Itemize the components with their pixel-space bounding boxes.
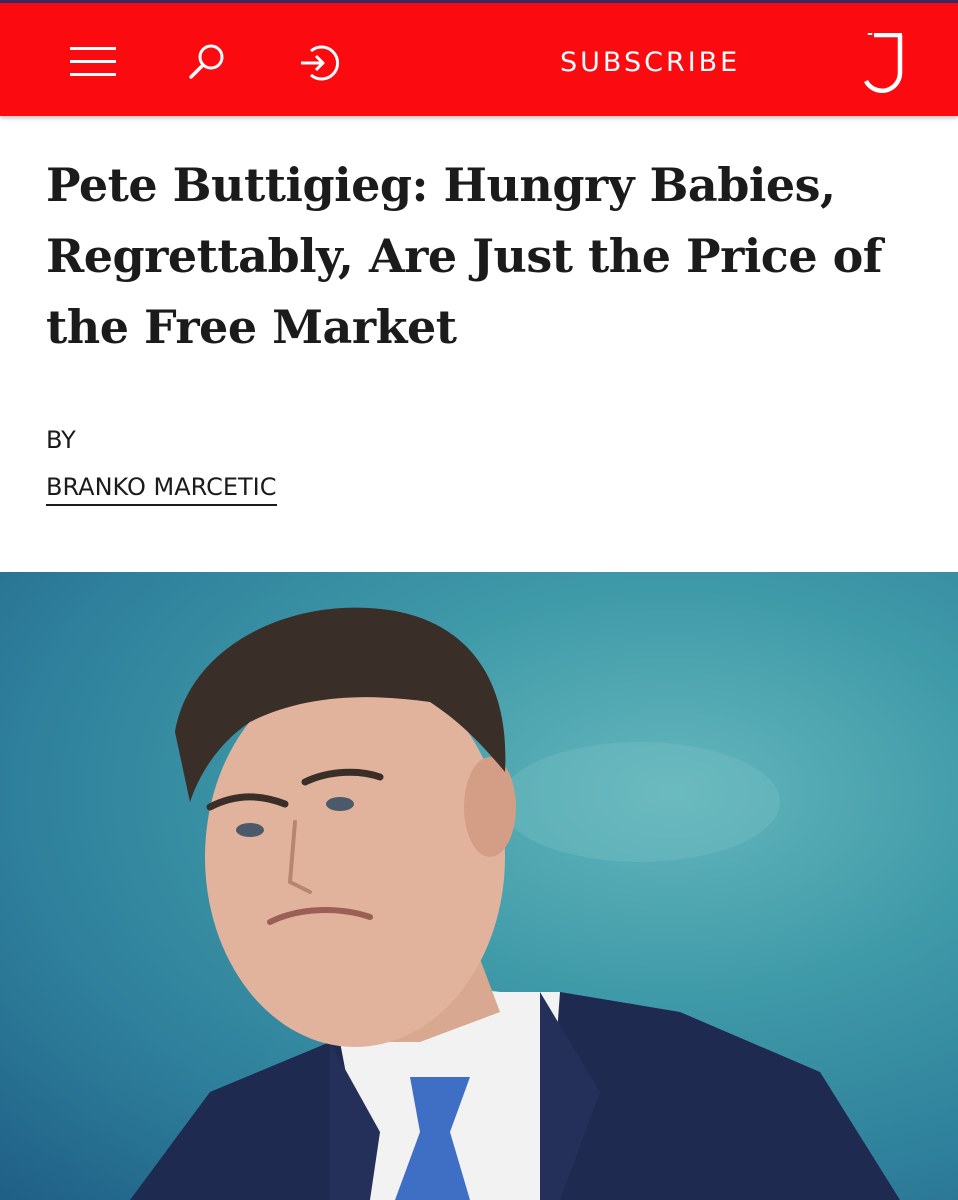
hamburger-menu-icon[interactable] [68,45,118,79]
subscribe-link[interactable]: SUBSCRIBE [560,43,760,83]
search-icon[interactable] [186,41,228,83]
sign-in-icon[interactable] [297,41,341,85]
hero-image [0,572,958,1200]
hero-photo-illustration [130,607,900,1200]
byline-prefix: BY [46,426,76,454]
article-title: Pete Buttigieg: Hungry Babies, Regrettab… [46,158,883,354]
site-header: SUBSCRIBE [0,3,958,116]
jacobin-logo-icon[interactable] [862,32,910,95]
author-link[interactable]: BRANKO MARCETIC [46,472,277,506]
